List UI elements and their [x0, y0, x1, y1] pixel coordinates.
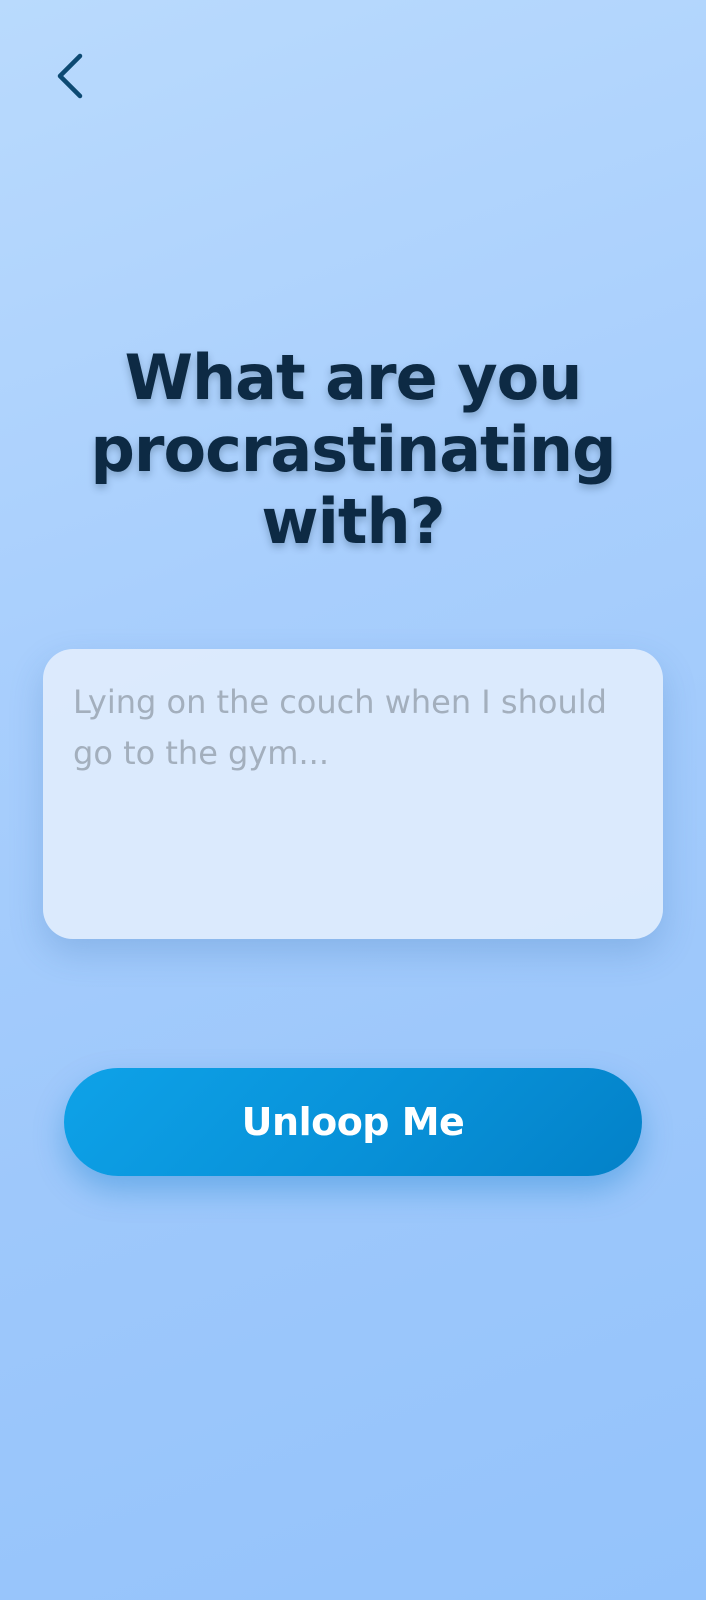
page-title-line: What are you [124, 341, 583, 414]
procrastination-input[interactable] [73, 677, 633, 911]
page-title: What are you procrastinating with? [0, 342, 706, 558]
page-title-line: procrastinating [90, 413, 617, 486]
unloop-me-button-label: Unloop Me [241, 1100, 465, 1144]
back-button[interactable] [46, 48, 94, 104]
page-title-line: with? [261, 485, 445, 558]
procrastination-input-card [43, 649, 663, 939]
unloop-me-button[interactable]: Unloop Me [64, 1068, 642, 1176]
chevron-left-icon [54, 52, 86, 100]
